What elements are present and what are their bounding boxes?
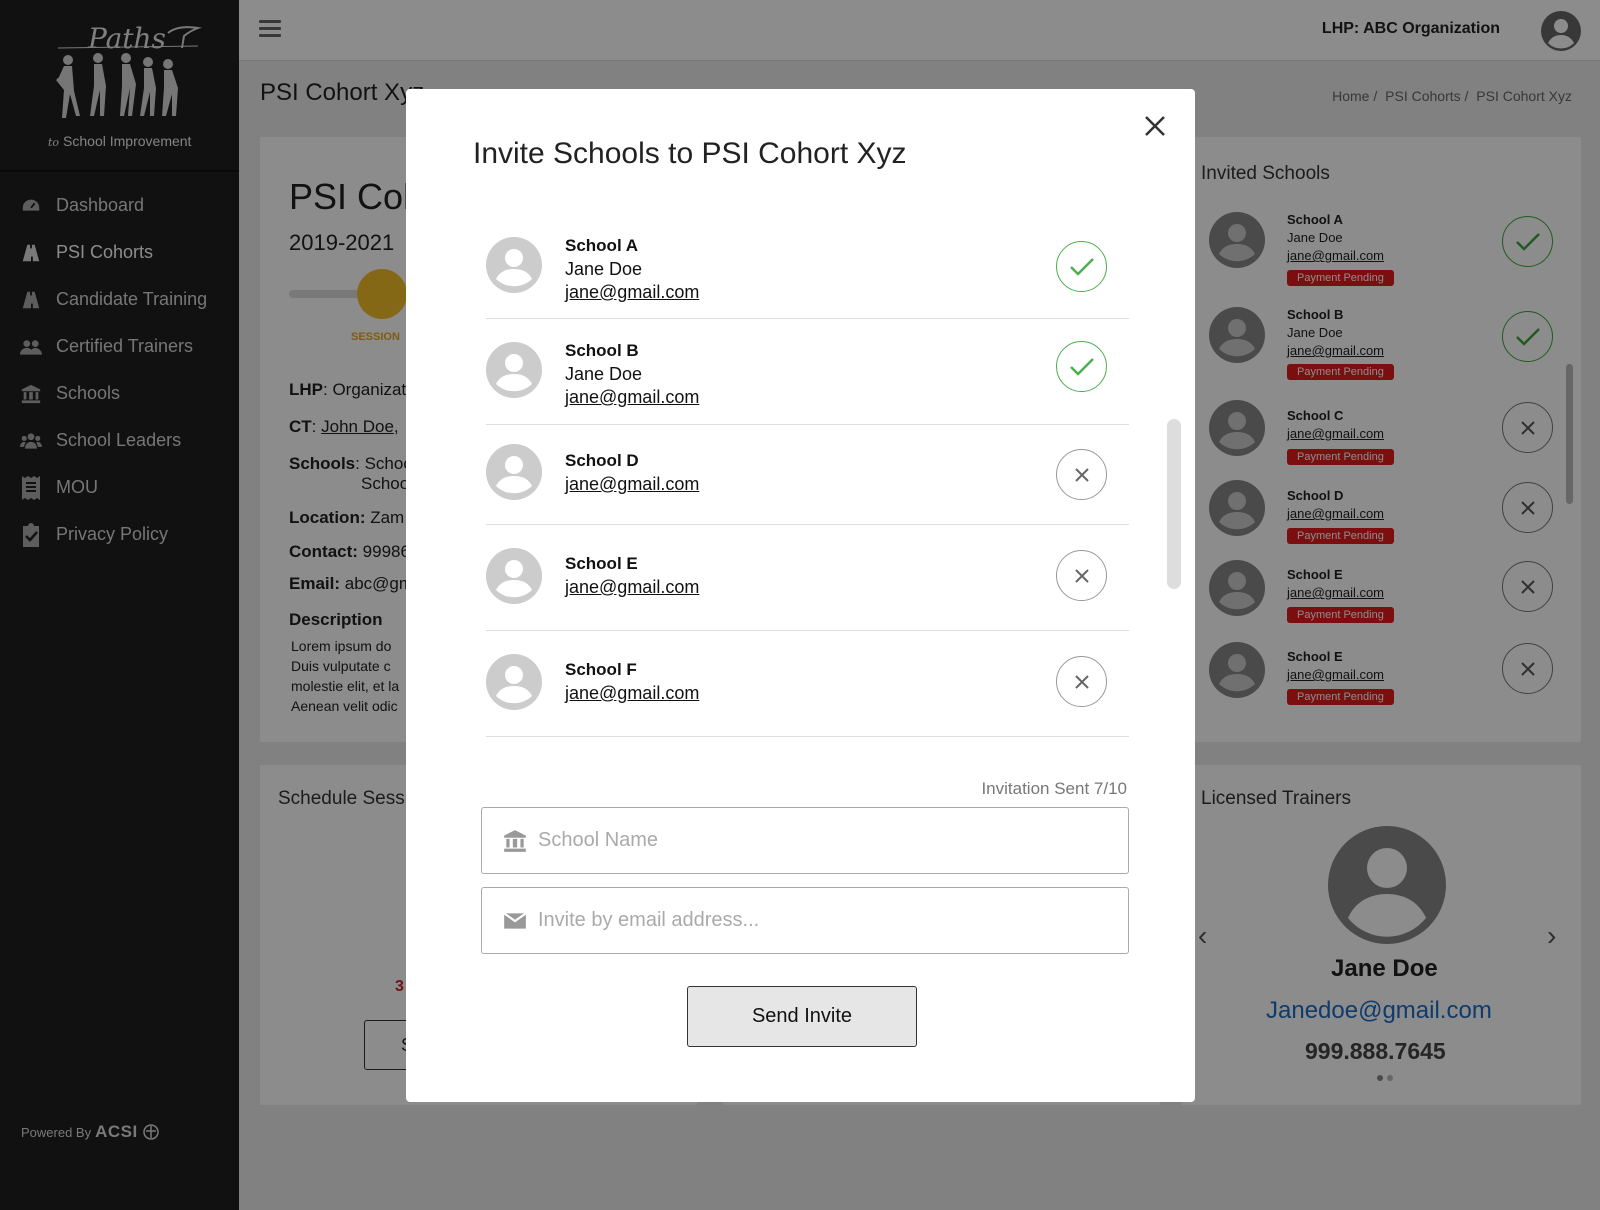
school-avatar-icon — [486, 444, 542, 500]
school-avatar-icon — [486, 654, 542, 710]
school-avatar-icon — [486, 237, 542, 293]
invite-schools-modal: Invite Schools to PSI Cohort Xyz School … — [406, 89, 1195, 1102]
bank-icon — [502, 828, 528, 854]
remove-status-icon[interactable] — [1056, 550, 1107, 601]
school-email-link[interactable]: jane@gmail.com — [565, 474, 699, 495]
school-name: School A — [565, 236, 639, 255]
email-input[interactable] — [538, 909, 1098, 932]
school-email-link[interactable]: jane@gmail.com — [565, 387, 699, 408]
school-email-link[interactable]: jane@gmail.com — [565, 577, 699, 598]
school-row: School A Jane Doe jane@gmail.com — [486, 215, 1129, 319]
school-email-link[interactable]: jane@gmail.com — [565, 683, 699, 704]
school-row: School F jane@gmail.com — [486, 631, 1129, 737]
invitation-sent-count: Invitation Sent 7/10 — [981, 779, 1127, 798]
remove-status-icon[interactable] — [1056, 656, 1107, 707]
school-contact: Jane Doe — [565, 364, 643, 384]
send-invite-button[interactable]: Send Invite — [687, 986, 917, 1047]
school-row: School B Jane Doe jane@gmail.com — [486, 319, 1129, 425]
school-contact: Jane Doe — [565, 259, 643, 279]
school-avatar-icon — [486, 548, 542, 604]
school-name: School D — [565, 451, 639, 470]
remove-status-icon[interactable] — [1056, 449, 1107, 500]
modal-title: Invite Schools to PSI Cohort Xyz — [473, 137, 907, 170]
school-row: School D jane@gmail.com — [486, 425, 1129, 525]
accepted-status-icon[interactable] — [1056, 241, 1107, 292]
email-field[interactable] — [481, 887, 1129, 954]
school-row: School E jane@gmail.com — [486, 525, 1129, 631]
school-name: School F — [565, 660, 637, 679]
accepted-status-icon[interactable] — [1056, 341, 1107, 392]
close-icon[interactable] — [1142, 113, 1168, 139]
school-name-input[interactable] — [538, 829, 1098, 852]
school-name: School E — [565, 554, 638, 573]
modal-list-scrollbar[interactable] — [1167, 419, 1181, 589]
school-name-field[interactable] — [481, 807, 1129, 874]
school-email-link[interactable]: jane@gmail.com — [565, 282, 699, 303]
mail-icon — [502, 908, 528, 934]
school-avatar-icon — [486, 342, 542, 398]
school-name: School B — [565, 341, 639, 360]
